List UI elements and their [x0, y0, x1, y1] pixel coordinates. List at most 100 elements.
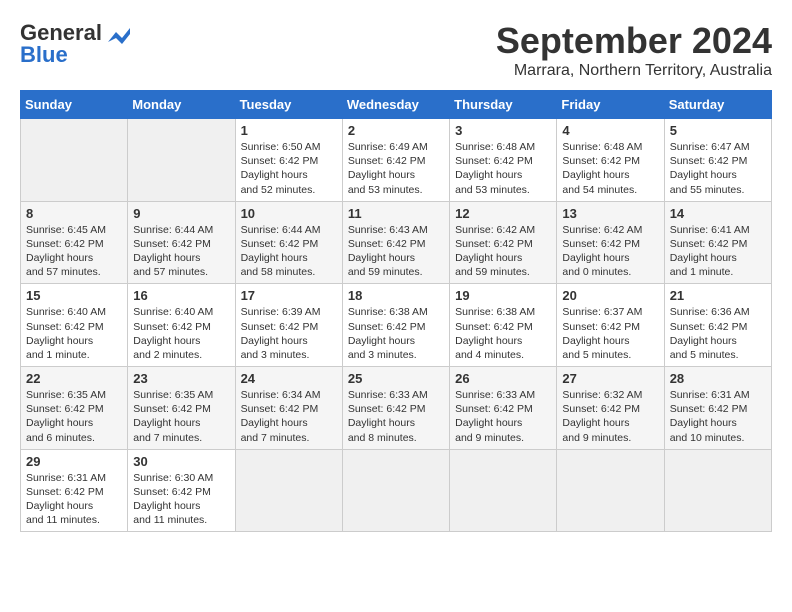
day-content: Sunrise: 6:38 AMSunset: 6:42 PMDaylight … — [455, 305, 551, 362]
calendar-day-21: 21 Sunrise: 6:36 AMSunset: 6:42 PMDayligh… — [664, 284, 771, 367]
day-number: 14 — [670, 206, 766, 221]
day-number: 5 — [670, 123, 766, 138]
calendar-day-25: 25 Sunrise: 6:33 AMSunset: 6:42 PMDayligh… — [342, 367, 449, 450]
day-number: 28 — [670, 371, 766, 386]
day-content: Sunrise: 6:39 AMSunset: 6:42 PMDaylight … — [241, 305, 337, 362]
day-number: 3 — [455, 123, 551, 138]
calendar-day-27: 27 Sunrise: 6:32 AMSunset: 6:42 PMDayligh… — [557, 367, 664, 450]
day-content: Sunrise: 6:40 AMSunset: 6:42 PMDaylight … — [26, 305, 122, 362]
day-content: Sunrise: 6:36 AMSunset: 6:42 PMDaylight … — [670, 305, 766, 362]
day-number: 11 — [348, 206, 444, 221]
logo: General Blue — [20, 20, 130, 68]
day-content: Sunrise: 6:30 AMSunset: 6:42 PMDaylight … — [133, 471, 229, 528]
calendar-day-16: 16 Sunrise: 6:40 AMSunset: 6:42 PMDayligh… — [128, 284, 235, 367]
day-number: 4 — [562, 123, 658, 138]
day-content: Sunrise: 6:31 AMSunset: 6:42 PMDaylight … — [26, 471, 122, 528]
location-title: Marrara, Northern Territory, Australia — [496, 62, 772, 80]
day-content: Sunrise: 6:47 AMSunset: 6:42 PMDaylight … — [670, 140, 766, 197]
calendar-header-row: SundayMondayTuesdayWednesdayThursdayFrid… — [21, 91, 772, 119]
day-content: Sunrise: 6:33 AMSunset: 6:42 PMDaylight … — [455, 388, 551, 445]
day-number: 30 — [133, 454, 229, 469]
calendar-day-17: 17 Sunrise: 6:39 AMSunset: 6:42 PMDayligh… — [235, 284, 342, 367]
header-day-monday: Monday — [128, 91, 235, 119]
day-number: 13 — [562, 206, 658, 221]
day-content: Sunrise: 6:32 AMSunset: 6:42 PMDaylight … — [562, 388, 658, 445]
day-number: 27 — [562, 371, 658, 386]
day-content: Sunrise: 6:40 AMSunset: 6:42 PMDaylight … — [133, 305, 229, 362]
day-content: Sunrise: 6:43 AMSunset: 6:42 PMDaylight … — [348, 223, 444, 280]
empty-cell — [235, 449, 342, 532]
empty-cell — [128, 119, 235, 202]
day-content: Sunrise: 6:49 AMSunset: 6:42 PMDaylight … — [348, 140, 444, 197]
day-number: 18 — [348, 288, 444, 303]
day-content: Sunrise: 6:34 AMSunset: 6:42 PMDaylight … — [241, 388, 337, 445]
day-number: 21 — [670, 288, 766, 303]
header-day-saturday: Saturday — [664, 91, 771, 119]
calendar-day-30: 30 Sunrise: 6:30 AMSunset: 6:42 PMDayligh… — [128, 449, 235, 532]
calendar-day-9: 9 Sunrise: 6:44 AMSunset: 6:42 PMDaylight… — [128, 201, 235, 284]
day-content: Sunrise: 6:31 AMSunset: 6:42 PMDaylight … — [670, 388, 766, 445]
day-number: 2 — [348, 123, 444, 138]
logo-blue-text: Blue — [20, 42, 68, 68]
day-number: 25 — [348, 371, 444, 386]
calendar-day-28: 28 Sunrise: 6:31 AMSunset: 6:42 PMDayligh… — [664, 367, 771, 450]
day-content: Sunrise: 6:44 AMSunset: 6:42 PMDaylight … — [241, 223, 337, 280]
calendar-day-22: 22 Sunrise: 6:35 AMSunset: 6:42 PMDayligh… — [21, 367, 128, 450]
day-content: Sunrise: 6:35 AMSunset: 6:42 PMDaylight … — [26, 388, 122, 445]
day-number: 29 — [26, 454, 122, 469]
day-content: Sunrise: 6:35 AMSunset: 6:42 PMDaylight … — [133, 388, 229, 445]
day-content: Sunrise: 6:48 AMSunset: 6:42 PMDaylight … — [455, 140, 551, 197]
day-number: 8 — [26, 206, 122, 221]
header-day-thursday: Thursday — [450, 91, 557, 119]
day-content: Sunrise: 6:45 AMSunset: 6:42 PMDaylight … — [26, 223, 122, 280]
day-content: Sunrise: 6:41 AMSunset: 6:42 PMDaylight … — [670, 223, 766, 280]
day-number: 12 — [455, 206, 551, 221]
calendar-day-15: 15 Sunrise: 6:40 AMSunset: 6:42 PMDayligh… — [21, 284, 128, 367]
day-number: 20 — [562, 288, 658, 303]
day-content: Sunrise: 6:48 AMSunset: 6:42 PMDaylight … — [562, 140, 658, 197]
day-number: 23 — [133, 371, 229, 386]
day-content: Sunrise: 6:42 AMSunset: 6:42 PMDaylight … — [455, 223, 551, 280]
calendar-day-26: 26 Sunrise: 6:33 AMSunset: 6:42 PMDayligh… — [450, 367, 557, 450]
calendar-day-1: 1Sunrise: 6:50 AMSunset: 6:42 PMDaylight… — [235, 119, 342, 202]
calendar-day-8: 8 Sunrise: 6:45 AMSunset: 6:42 PMDaylight… — [21, 201, 128, 284]
day-content: Sunrise: 6:44 AMSunset: 6:42 PMDaylight … — [133, 223, 229, 280]
calendar-day-3: 3 Sunrise: 6:48 AMSunset: 6:42 PMDaylight… — [450, 119, 557, 202]
day-number: 19 — [455, 288, 551, 303]
calendar-day-10: 10 Sunrise: 6:44 AMSunset: 6:42 PMDayligh… — [235, 201, 342, 284]
calendar-day-18: 18Sunrise: 6:38 AMSunset: 6:42 PMDayligh… — [342, 284, 449, 367]
month-title: September 2024 — [496, 20, 772, 62]
empty-cell — [557, 449, 664, 532]
header-day-wednesday: Wednesday — [342, 91, 449, 119]
empty-cell — [664, 449, 771, 532]
day-number: 16 — [133, 288, 229, 303]
calendar-table: SundayMondayTuesdayWednesdayThursdayFrid… — [20, 90, 772, 532]
day-number: 10 — [241, 206, 337, 221]
empty-cell — [342, 449, 449, 532]
day-number: 9 — [133, 206, 229, 221]
calendar-day-13: 13Sunrise: 6:42 AMSunset: 6:42 PMDayligh… — [557, 201, 664, 284]
calendar-day-23: 23 Sunrise: 6:35 AMSunset: 6:42 PMDayligh… — [128, 367, 235, 450]
day-number: 1 — [241, 123, 337, 138]
header-day-friday: Friday — [557, 91, 664, 119]
header: General Blue September 2024 Marrara, Nor… — [20, 20, 772, 80]
header-day-tuesday: Tuesday — [235, 91, 342, 119]
calendar-day-20: 20Sunrise: 6:37 AMSunset: 6:42 PMDayligh… — [557, 284, 664, 367]
day-number: 26 — [455, 371, 551, 386]
calendar-day-14: 14 Sunrise: 6:41 AMSunset: 6:42 PMDayligh… — [664, 201, 771, 284]
calendar-day-12: 12 Sunrise: 6:42 AMSunset: 6:42 PMDayligh… — [450, 201, 557, 284]
empty-cell — [450, 449, 557, 532]
calendar-day-4: 4 Sunrise: 6:48 AMSunset: 6:42 PMDaylight… — [557, 119, 664, 202]
empty-cell — [21, 119, 128, 202]
day-content: Sunrise: 6:33 AMSunset: 6:42 PMDaylight … — [348, 388, 444, 445]
title-area: September 2024 Marrara, Northern Territo… — [496, 20, 772, 80]
header-day-sunday: Sunday — [21, 91, 128, 119]
day-number: 24 — [241, 371, 337, 386]
day-number: 17 — [241, 288, 337, 303]
calendar-day-19: 19 Sunrise: 6:38 AMSunset: 6:42 PMDayligh… — [450, 284, 557, 367]
logo-bird-icon — [108, 28, 130, 44]
day-number: 22 — [26, 371, 122, 386]
calendar-day-11: 11 Sunrise: 6:43 AMSunset: 6:42 PMDayligh… — [342, 201, 449, 284]
calendar-day-24: 24 Sunrise: 6:34 AMSunset: 6:42 PMDayligh… — [235, 367, 342, 450]
day-number: 15 — [26, 288, 122, 303]
